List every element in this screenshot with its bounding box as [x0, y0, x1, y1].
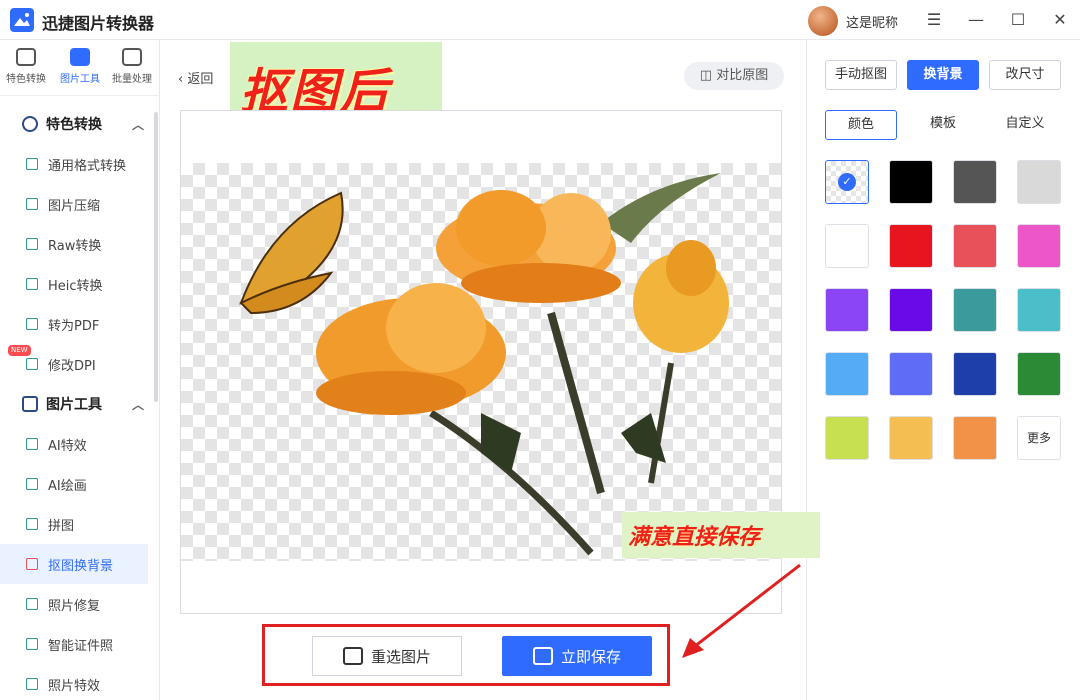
download-icon [532, 647, 553, 665]
app-title: 迅捷图片转换器 [42, 14, 155, 33]
heic-icon [26, 278, 38, 290]
arrow-icon [682, 563, 801, 658]
collage-icon [26, 518, 38, 530]
right-panel: 手动抠图 换背景 改尺寸 颜色 模板 自定义 ✓ 更多 [806, 40, 1080, 700]
swatch-transparent[interactable]: ✓ [825, 160, 869, 204]
color-swatch[interactable] [889, 224, 933, 268]
convert-icon [22, 116, 38, 132]
compare-original-button[interactable]: ◫ 对比原图 [684, 62, 784, 90]
id-photo-icon [26, 638, 38, 650]
new-badge: NEW [8, 345, 31, 356]
photo-effects-icon [26, 678, 38, 690]
save-button[interactable]: 立即保存 [502, 636, 652, 676]
color-swatch[interactable] [953, 224, 997, 268]
pdf-icon [26, 318, 38, 330]
mode-resize[interactable]: 改尺寸 [989, 60, 1061, 90]
maximize-icon[interactable]: ☐ [1008, 10, 1028, 30]
chevron-up-icon: ︿ [131, 118, 144, 132]
sidebar-item-ai-painting[interactable]: AI绘画 [0, 464, 156, 504]
sidebar-item-photo-repair[interactable]: 照片修复 [0, 584, 156, 624]
tab-color[interactable]: 颜色 [825, 110, 897, 140]
dpi-icon [26, 358, 38, 370]
sidebar-item-pdf[interactable]: 转为PDF [0, 304, 156, 344]
sidebar-menu: 特色转换 ︿ 通用格式转换 图片压缩 Raw转换 Heic转换 转为PDF NE… [0, 104, 156, 700]
user-nickname[interactable]: 这是昵称 [846, 12, 898, 31]
color-swatch[interactable] [825, 224, 869, 268]
sidebar-item-cutout[interactable]: 抠图换背景 [0, 544, 148, 584]
minimize-icon[interactable]: — [966, 10, 986, 30]
tab-feature-convert[interactable]: 特色转换 [0, 48, 52, 85]
ai-effects-icon [26, 438, 38, 450]
color-swatch[interactable] [1017, 224, 1061, 268]
avatar[interactable] [808, 6, 838, 36]
sidebar-item-photo-effects[interactable]: 照片特效 [0, 664, 156, 700]
sidebar-item-compress[interactable]: 图片压缩 [0, 184, 156, 224]
section-image-tools[interactable]: 图片工具 ︿ [0, 384, 156, 424]
color-swatch[interactable] [953, 352, 997, 396]
compare-icon: ◫ [699, 68, 717, 83]
sidebar-item-id-photo[interactable]: 智能证件照 [0, 624, 156, 664]
sidebar-item-raw[interactable]: Raw转换 [0, 224, 156, 264]
color-swatch[interactable] [953, 160, 997, 204]
color-swatch[interactable] [889, 352, 933, 396]
sidebar-item-collage[interactable]: 拼图 [0, 504, 156, 544]
color-swatch[interactable] [1017, 288, 1061, 332]
tab-custom[interactable]: 自定义 [989, 110, 1061, 140]
transparent-background [181, 163, 781, 561]
sidebar-item-format-convert[interactable]: 通用格式转换 [0, 144, 156, 184]
hint-annotation: 满意直接保存 [622, 512, 820, 558]
reselect-image-button[interactable]: 重选图片 [312, 636, 462, 676]
color-swatch[interactable] [953, 288, 997, 332]
tab-image-tools[interactable]: 图片工具 [54, 48, 106, 85]
tools-icon [70, 48, 90, 66]
color-swatch[interactable] [889, 160, 933, 204]
more-colors-button[interactable]: 更多 [1017, 416, 1061, 460]
cutout-icon [26, 558, 38, 570]
image-icon [342, 647, 363, 665]
sidebar-item-ai-effects[interactable]: AI特效 [0, 424, 156, 464]
chevron-left-icon: ‹ [178, 72, 188, 87]
repair-icon [26, 598, 38, 610]
menu-icon[interactable]: ☰ [924, 10, 944, 30]
color-swatch[interactable] [889, 288, 933, 332]
convert-icon [16, 48, 36, 66]
color-swatch[interactable] [889, 416, 933, 460]
section-feature-convert[interactable]: 特色转换 ︿ [0, 104, 156, 144]
cutout-image [239, 173, 729, 556]
mode-manual-cutout[interactable]: 手动抠图 [825, 60, 897, 90]
raw-icon [26, 238, 38, 250]
color-swatch[interactable] [1017, 160, 1061, 204]
check-icon: ✓ [838, 173, 856, 191]
mode-change-background[interactable]: 换背景 [907, 60, 979, 90]
color-swatch[interactable] [1017, 352, 1061, 396]
tab-batch[interactable]: 批量处理 [106, 48, 158, 85]
app-logo-icon [10, 8, 34, 32]
format-icon [26, 158, 38, 170]
sidebar-item-dpi[interactable]: NEW 修改DPI [0, 344, 156, 384]
color-swatch[interactable] [825, 416, 869, 460]
left-tabs: 特色转换 图片工具 批量处理 [0, 40, 160, 96]
tools-icon [22, 396, 38, 412]
batch-icon [122, 48, 142, 66]
color-swatch[interactable] [825, 352, 869, 396]
sidebar-item-heic[interactable]: Heic转换 [0, 264, 156, 304]
ai-painting-icon [26, 478, 38, 490]
color-swatch[interactable] [953, 416, 997, 460]
color-swatch[interactable] [825, 288, 869, 332]
chevron-up-icon: ︿ [131, 398, 144, 412]
compress-icon [26, 198, 38, 210]
title-bar: 迅捷图片转换器 这是昵称 ☰ — ☐ ✕ [0, 0, 1080, 40]
left-sidebar: 特色转换 图片工具 批量处理 特色转换 ︿ 通用格式转换 图片压缩 Raw转换 … [0, 40, 160, 700]
back-button[interactable]: ‹ 返回 [178, 68, 213, 87]
close-icon[interactable]: ✕ [1050, 10, 1070, 30]
tab-template[interactable]: 模板 [907, 110, 979, 140]
